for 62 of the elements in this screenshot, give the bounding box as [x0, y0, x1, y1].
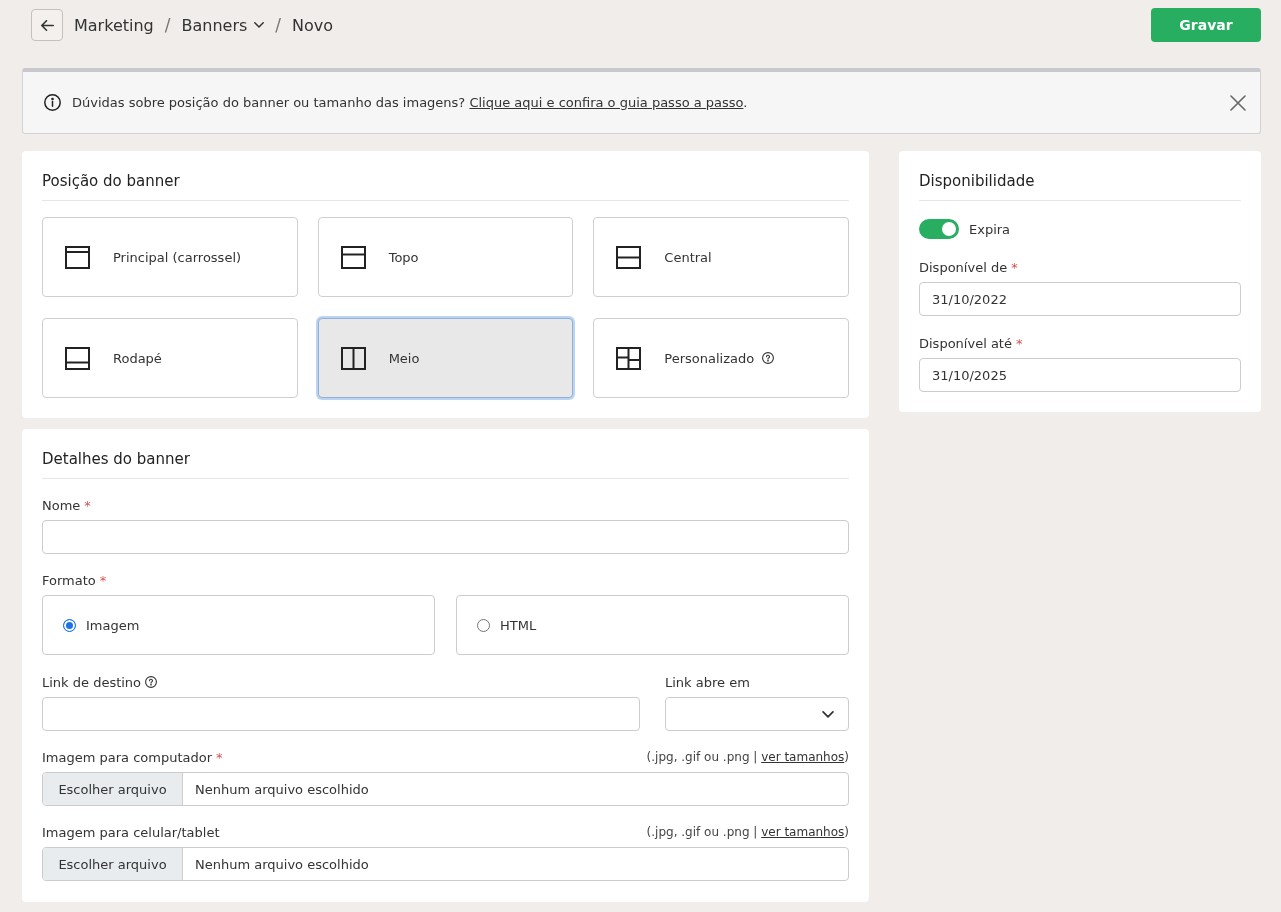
panel-top-icon [340, 245, 366, 269]
field-label: Link de destino [42, 674, 142, 690]
format-hint: (.jpg, .gif ou .png | ver tamanhos) [646, 750, 849, 764]
position-option[interactable]: Principal (carrossel) [42, 217, 298, 297]
card-title: Detalhes do banner [42, 449, 849, 479]
required-mark: * [84, 497, 91, 513]
breadcrumb-link[interactable]: Marketing [74, 15, 154, 35]
position-option[interactable]: Central [593, 217, 849, 297]
required-mark: * [1011, 259, 1018, 275]
choose-file-button[interactable]: Escolher arquivo [43, 773, 183, 805]
breadcrumb-separator: / [164, 15, 171, 35]
url-input[interactable] [42, 697, 640, 731]
date-input[interactable]: 31/10/2022 [919, 282, 1241, 316]
window-icon [65, 245, 90, 269]
breadcrumb-dropdown[interactable]: Banners [181, 15, 265, 35]
sizes-link[interactable]: ver tamanhos [761, 750, 845, 764]
position-option[interactable]: Rodapé [42, 318, 298, 398]
position-option[interactable]: Topo [317, 217, 574, 297]
file-input[interactable]: Escolher arquivo Nenhum arquivo escolhido [42, 772, 849, 806]
toggle-label: Expira [969, 221, 1011, 237]
panel-bottom-icon [65, 346, 90, 370]
field-label: Link abre em [665, 674, 750, 690]
field-label: Nome [42, 497, 81, 513]
file-status: Nenhum arquivo escolhido [194, 780, 369, 799]
radio-button[interactable] [63, 618, 76, 632]
close-icon [1230, 94, 1246, 111]
format-hint: (.jpg, .gif ou .png | ver tamanhos) [646, 825, 849, 839]
field-label: Disponível até [919, 335, 1012, 351]
alert-text: Dúvidas sobre posição do banner ou tamanho das imagens? Clique aqui e confira o guia passo a passo. [72, 95, 748, 110]
file-input[interactable]: Escolher arquivo Nenhum arquivo escolhido [42, 847, 849, 881]
position-option[interactable]: Meio [317, 318, 574, 398]
radio-button[interactable] [477, 618, 490, 632]
format-option[interactable]: HTML [456, 595, 849, 655]
required-mark: * [99, 572, 107, 588]
breadcrumb-current: Novo [292, 15, 334, 35]
chevron-down-icon [822, 710, 834, 718]
breadcrumb-separator: / [275, 15, 282, 35]
choose-file-button[interactable]: Escolher arquivo [43, 848, 183, 880]
info-icon [44, 94, 61, 111]
card-title: Posição do banner [42, 171, 849, 201]
split-rows-icon [616, 245, 642, 269]
field-label: Disponível de [919, 259, 1008, 275]
format-option[interactable]: Imagem [42, 595, 435, 655]
arrow-left-icon [40, 19, 54, 31]
card-title: Disponibilidade [919, 171, 1241, 201]
date-input[interactable]: 31/10/2025 [919, 358, 1241, 392]
back-button[interactable] [31, 9, 63, 41]
file-status: Nenhum arquivo escolhido [194, 855, 369, 874]
text-input[interactable] [42, 520, 849, 554]
close-button[interactable] [1230, 94, 1246, 111]
position-option[interactable]: Personalizado [593, 318, 849, 398]
sizes-link[interactable]: ver tamanhos [761, 825, 845, 839]
layout-grid-icon [616, 346, 642, 370]
chevron-down-icon [254, 22, 265, 28]
toggle-switch[interactable] [919, 219, 959, 239]
field-label: Imagem para celular/tablet [42, 824, 220, 840]
select-field[interactable] [665, 697, 849, 731]
field-label: Formato [42, 572, 96, 588]
split-columns-icon [340, 346, 366, 370]
field-label: Imagem para computador [42, 749, 213, 765]
required-mark: * [1015, 335, 1023, 351]
required-mark: * [216, 749, 223, 765]
